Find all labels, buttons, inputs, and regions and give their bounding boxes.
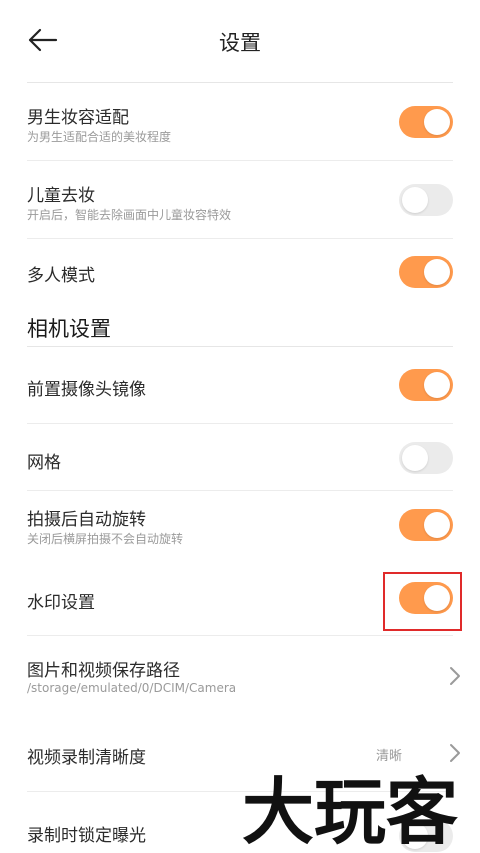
- setting-description: 关闭后横屏拍摄不会自动旋转: [27, 532, 184, 546]
- setting-description: 为男生适配合适的美妆程度: [27, 130, 172, 144]
- highlight-box: [383, 572, 462, 631]
- setting-label: 水印设置: [27, 593, 95, 613]
- setting-label: 多人模式: [27, 266, 95, 286]
- setting-label: 男生妆容适配: [27, 108, 129, 128]
- setting-label: 网格: [27, 453, 61, 473]
- setting-label: 儿童去妆: [27, 186, 95, 206]
- setting-label: 视频录制清晰度: [27, 748, 146, 768]
- setting-front-camera-mirror: 前置摄像头镜像: [27, 347, 453, 424]
- setting-label: 拍摄后自动旋转: [27, 510, 146, 530]
- setting-save-path[interactable]: 图片和视频保存路径 /storage/emulated/0/DCIM/Camer…: [27, 636, 453, 714]
- setting-multi-person: 多人模式: [27, 239, 453, 305]
- toggle-knob: [424, 109, 450, 135]
- toggle-knob: [424, 259, 450, 285]
- male-makeup-toggle[interactable]: [399, 106, 453, 138]
- toggle-knob: [402, 445, 428, 471]
- watermark-logo: 大玩客: [242, 770, 458, 853]
- setting-child-no-makeup: 儿童去妆 开启后，智能去除画面中儿童妆容特效: [27, 161, 453, 239]
- setting-auto-rotate: 拍摄后自动旋转 关闭后横屏拍摄不会自动旋转: [27, 491, 453, 559]
- toggle-knob: [424, 372, 450, 398]
- grid-toggle[interactable]: [399, 442, 453, 474]
- page-title: 设置: [219, 31, 261, 55]
- setting-description: 开启后，智能去除画面中儿童妆容特效: [27, 208, 232, 222]
- setting-male-makeup: 男生妆容适配 为男生适配合适的美妆程度: [27, 83, 453, 161]
- setting-label: 录制时锁定曝光: [27, 826, 146, 846]
- video-quality-value: 清晰: [376, 749, 403, 764]
- auto-rotate-toggle[interactable]: [399, 509, 453, 541]
- toggle-knob: [402, 187, 428, 213]
- child-no-makeup-toggle[interactable]: [399, 184, 453, 216]
- setting-label: 前置摄像头镜像: [27, 380, 146, 400]
- multi-person-toggle[interactable]: [399, 256, 453, 288]
- chevron-right-icon[interactable]: [448, 665, 462, 687]
- toggle-knob: [424, 512, 450, 538]
- setting-label: 图片和视频保存路径: [27, 661, 180, 681]
- section-title-camera: 相机设置: [27, 317, 111, 341]
- save-path-value: /storage/emulated/0/DCIM/Camera: [27, 681, 237, 695]
- header: 设置: [0, 0, 480, 82]
- front-mirror-toggle[interactable]: [399, 369, 453, 401]
- watermark-text: 大玩客: [242, 770, 458, 853]
- chevron-right-icon[interactable]: [448, 742, 462, 764]
- setting-grid: 网格: [27, 424, 453, 491]
